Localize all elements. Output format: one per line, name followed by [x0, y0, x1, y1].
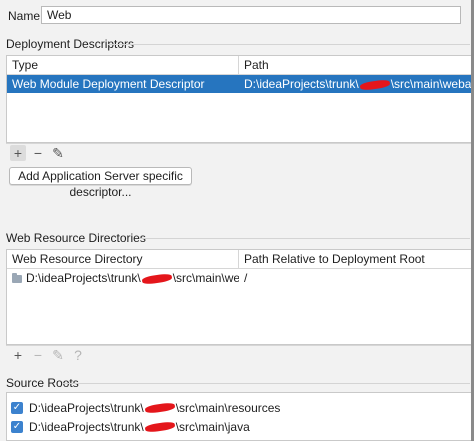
add-icon[interactable]: +: [10, 347, 26, 363]
deployment-descriptors-toolbar: + − ✎: [6, 143, 474, 161]
source-roots-list: ✓ D:\ideaProjects\trunk\ \src\main\resour…: [6, 392, 474, 441]
name-label: Name:: [8, 9, 44, 23]
source-root-prefix: D:\ideaProjects\trunk\: [29, 420, 144, 434]
dir-prefix: D:\ideaProjects\trunk\: [26, 271, 141, 285]
remove-icon[interactable]: −: [30, 347, 46, 363]
section-divider: [140, 238, 470, 239]
row-path-cell: D:\ideaProjects\trunk\ \src\main\webapp\W…: [239, 75, 474, 93]
dir-suffix: \src\main\webapp: [172, 271, 239, 285]
help-icon[interactable]: ?: [70, 347, 86, 363]
source-root-suffix: \src\main\java: [175, 420, 250, 434]
redaction-mark: [144, 401, 176, 415]
redaction-mark: [141, 272, 173, 285]
row-type-cell: Web Module Deployment Descriptor: [12, 77, 205, 91]
table-header: Web Resource Directory Path Relative to …: [7, 250, 474, 269]
web-resource-directories-table: Web Resource Directory Path Relative to …: [6, 249, 474, 345]
web-resource-directories-title: Web Resource Directories: [6, 231, 146, 245]
column-header-web-resource-directory[interactable]: Web Resource Directory: [7, 250, 239, 268]
row-directory-cell: D:\ideaProjects\trunk\ \src\main\webapp: [7, 269, 239, 287]
remove-icon[interactable]: −: [30, 145, 46, 161]
table-row[interactable]: D:\ideaProjects\trunk\ \src\main\webapp /: [7, 269, 474, 287]
edit-icon[interactable]: ✎: [50, 347, 66, 363]
section-divider: [62, 383, 470, 384]
redaction-mark: [359, 78, 391, 91]
table-header: Type Path: [7, 56, 474, 75]
row-relative-cell: /: [244, 271, 248, 285]
list-item[interactable]: ✓ D:\ideaProjects\trunk\ \src\main\resour…: [11, 399, 280, 417]
edit-icon[interactable]: ✎: [50, 145, 66, 161]
add-icon[interactable]: +: [10, 144, 26, 161]
table-row[interactable]: Web Module Deployment Descriptor D:\idea…: [7, 75, 474, 93]
list-item[interactable]: ✓ D:\ideaProjects\trunk\ \src\main\java: [11, 418, 250, 436]
checkbox-checked-icon[interactable]: ✓: [11, 421, 23, 433]
source-root-suffix: \src\main\resources: [175, 401, 281, 415]
path-prefix: D:\ideaProjects\trunk\: [244, 77, 359, 91]
section-divider: [108, 44, 470, 45]
redaction-mark: [144, 420, 176, 434]
source-root-prefix: D:\ideaProjects\trunk\: [29, 401, 144, 415]
folder-icon: [12, 272, 22, 283]
deployment-descriptors-table: Type Path Web Module Deployment Descript…: [6, 55, 474, 143]
column-header-relative-path[interactable]: Path Relative to Deployment Root: [239, 250, 474, 268]
column-header-type[interactable]: Type: [7, 56, 239, 74]
column-header-path[interactable]: Path: [239, 56, 474, 74]
name-input[interactable]: [41, 6, 461, 24]
add-server-descriptor-button[interactable]: Add Application Server specific descript…: [9, 167, 192, 199]
checkbox-checked-icon[interactable]: ✓: [11, 402, 23, 414]
path-suffix: \src\main\webapp\WEB-INF: [390, 77, 474, 91]
web-resource-toolbar: + − ✎ ?: [6, 345, 474, 363]
